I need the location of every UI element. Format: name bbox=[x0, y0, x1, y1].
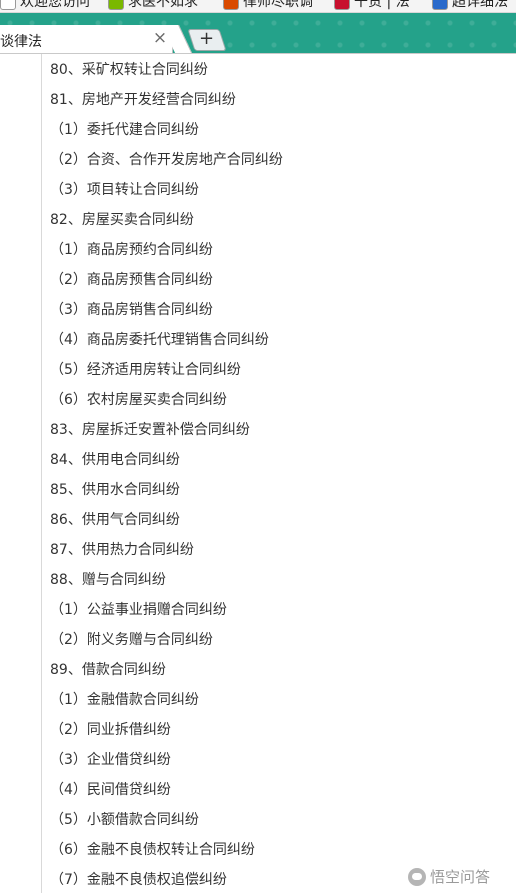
tab-title: 谈律法 bbox=[0, 34, 42, 50]
list-item: （6）农村房屋买卖合同纠纷 bbox=[50, 392, 227, 408]
list-item: 87、供用热力合同纠纷 bbox=[50, 542, 194, 558]
bookmarks-bar: 欢迎您访问 求医不如求 律师尽职调 干货 | 法 超详细法 bbox=[0, 0, 516, 13]
list-item: （5）经济适用房转让合同纠纷 bbox=[50, 362, 241, 378]
list-item: 80、采矿权转让合同纠纷 bbox=[50, 62, 208, 78]
list-item: （3）项目转让合同纠纷 bbox=[50, 182, 199, 198]
bookmark-3[interactable]: 干货 | 法 bbox=[334, 0, 410, 12]
house-icon bbox=[223, 0, 239, 10]
watermark: 悟空问答 bbox=[408, 866, 490, 887]
list-item: （2）合资、合作开发房地产合同纠纷 bbox=[50, 152, 283, 168]
leaf-icon bbox=[108, 0, 124, 10]
left-border-line bbox=[41, 54, 42, 893]
bookmark-2[interactable]: 律师尽职调 bbox=[223, 0, 313, 12]
tab-close-icon[interactable]: × bbox=[150, 28, 170, 48]
list-item: （6）金融不良债权转让合同纠纷 bbox=[50, 842, 255, 858]
bookmark-label: 欢迎您访问 bbox=[20, 0, 90, 10]
page-icon bbox=[0, 0, 16, 10]
list-item: （4）商品房委托代理销售合同纠纷 bbox=[50, 332, 269, 348]
plus-icon: + bbox=[198, 28, 215, 49]
list-item: （1）公益事业捐赠合同纠纷 bbox=[50, 602, 227, 618]
list-item: 86、供用气合同纠纷 bbox=[50, 512, 180, 528]
list-item: （2）同业拆借纠纷 bbox=[50, 722, 171, 738]
list-item: （1）商品房预约合同纠纷 bbox=[50, 242, 213, 258]
list-item: 83、房屋拆迁安置补偿合同纠纷 bbox=[50, 422, 250, 438]
paw-icon bbox=[432, 0, 448, 10]
tab-strip: 谈律法 × + bbox=[0, 13, 516, 54]
page-content: 80、采矿权转让合同纠纷 81、房地产开发经营合同纠纷 （1）委托代建合同纠纷 （2）… bbox=[0, 54, 516, 893]
watermark-text: 悟空问答 bbox=[430, 868, 491, 886]
list-item: 85、供用水合同纠纷 bbox=[50, 482, 180, 498]
list-item: （3）商品房销售合同纠纷 bbox=[50, 302, 213, 318]
hammer-sickle-icon bbox=[334, 0, 350, 10]
new-tab-button[interactable]: + bbox=[187, 28, 227, 51]
bookmark-label: 求医不如求 bbox=[128, 0, 198, 10]
list-item: 88、赠与合同纠纷 bbox=[50, 572, 166, 588]
active-tab[interactable]: 谈律法 × bbox=[0, 25, 173, 54]
list-item: （2）商品房预售合同纠纷 bbox=[50, 272, 213, 288]
bookmark-4[interactable]: 超详细法 bbox=[432, 0, 508, 12]
list-item: 84、供用电合同纠纷 bbox=[50, 452, 180, 468]
list-item: 81、房地产开发经营合同纠纷 bbox=[50, 92, 236, 108]
list-item: （7）金融不良债权追偿纠纷 bbox=[50, 872, 227, 888]
bookmark-1[interactable]: 求医不如求 bbox=[108, 0, 198, 12]
bookmark-label: 干货 | 法 bbox=[354, 0, 410, 10]
list-item: 82、房屋买卖合同纠纷 bbox=[50, 212, 194, 228]
bookmark-label: 律师尽职调 bbox=[243, 0, 313, 10]
list-item: （5）小额借款合同纠纷 bbox=[50, 812, 199, 828]
bookmark-label: 超详细法 bbox=[452, 0, 508, 10]
wukong-logo-icon bbox=[408, 867, 426, 886]
list-item: 89、借款合同纠纷 bbox=[50, 662, 166, 678]
list-item: （3）企业借贷纠纷 bbox=[50, 752, 171, 768]
list-item: （1）委托代建合同纠纷 bbox=[50, 122, 199, 138]
list-item: （1）金融借款合同纠纷 bbox=[50, 692, 199, 708]
list-item: （4）民间借贷纠纷 bbox=[50, 782, 171, 798]
bookmark-0[interactable]: 欢迎您访问 bbox=[0, 0, 90, 12]
list-item: （2）附义务赠与合同纠纷 bbox=[50, 632, 213, 648]
